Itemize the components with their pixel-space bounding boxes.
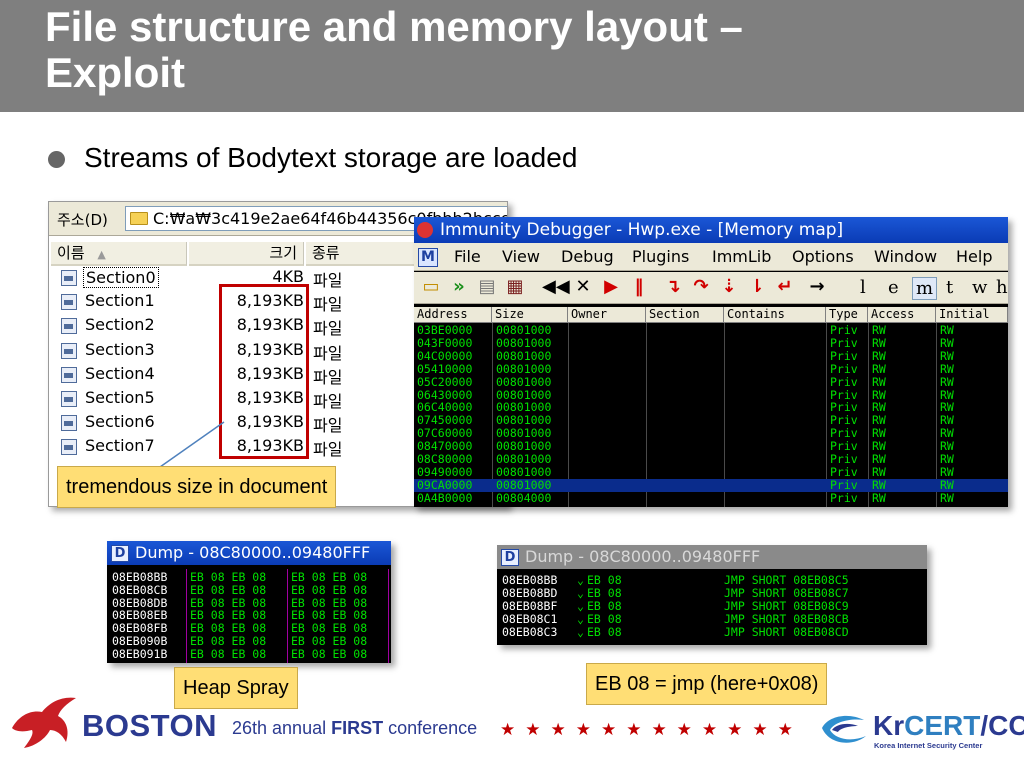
dump-left-title: Dump - 08C80000..09480FFF bbox=[135, 543, 371, 562]
jump-arrow-icon: ⌄ bbox=[577, 625, 584, 639]
dump-address: 08EB08CB bbox=[112, 582, 168, 597]
callout-tremendous-size: tremendous size in document bbox=[57, 466, 337, 508]
dump-right-title: Dump - 08C80000..09480FFF bbox=[525, 547, 761, 566]
dump-row[interactable]: 08EB091B EB 08 EB 08 EB 08 EB 08 bbox=[107, 646, 391, 661]
dump-right-titlebar: D Dump - 08C80000..09480FFF bbox=[497, 545, 927, 569]
krcert-logo-text: KrCERT/CC bbox=[873, 710, 1024, 742]
disasm-instruction: JMP SHORT 08EB08CD bbox=[724, 625, 849, 639]
dump-hex: EB 08 EB 08 bbox=[291, 646, 368, 661]
dump-window-left: D Dump - 08C80000..09480FFF 08EB08BB EB 0… bbox=[107, 541, 391, 663]
dump-hex: EB 08 EB 08 bbox=[291, 582, 368, 597]
boston-runner-logo bbox=[12, 697, 76, 748]
dump-window-right: D Dump - 08C80000..09480FFF 08EB08BB ⌄ EB … bbox=[497, 545, 927, 645]
disasm-row[interactable]: 08EB08BB ⌄ EB 08 JMP SHORT 08EB08C5 bbox=[497, 574, 927, 587]
disasm-row[interactable]: 08EB08C1 ⌄ EB 08 JMP SHORT 08EB08CB bbox=[497, 613, 927, 626]
dump-icon: D bbox=[501, 549, 519, 566]
conference-first: FIRST bbox=[331, 718, 384, 738]
krcert-cert: CERT bbox=[904, 710, 981, 741]
dump-hex: EB 08 EB 08 bbox=[190, 646, 267, 661]
krcert-cc: /CC bbox=[980, 710, 1024, 741]
callout-eb08-jmp: EB 08 = jmp (here+0x08) bbox=[586, 663, 828, 705]
disasm-bytes: EB 08 bbox=[587, 625, 622, 639]
krcert-subtitle: Korea Internet Security Center bbox=[874, 741, 983, 750]
dump-hex: EB 08 EB 08 bbox=[190, 582, 267, 597]
conference-suffix: conference bbox=[383, 718, 478, 738]
krcert-swoosh-logo bbox=[822, 715, 866, 743]
disasm-row[interactable]: 08EB08BF ⌄ EB 08 JMP SHORT 08EB08C9 bbox=[497, 600, 927, 613]
dump-address: 08EB091B bbox=[112, 646, 168, 661]
star-divider: ★★★★★★★★★★★★ bbox=[500, 720, 803, 739]
conference-text: 26th annual FIRST conference bbox=[232, 718, 477, 739]
boston-logo-text: BOSTON bbox=[82, 708, 218, 743]
dump-icon: D bbox=[111, 545, 129, 562]
callout-heap-spray: Heap Spray bbox=[174, 667, 298, 709]
krcert-kr: Kr bbox=[873, 710, 905, 741]
disasm-address: 08EB08C3 bbox=[502, 625, 558, 639]
dump-left-titlebar: D Dump - 08C80000..09480FFF bbox=[107, 541, 391, 565]
conference-prefix: 26th annual bbox=[232, 718, 332, 738]
disasm-row[interactable]: 08EB08C3 ⌄ EB 08 JMP SHORT 08EB08CD bbox=[497, 626, 927, 639]
disasm-row[interactable]: 08EB08BD ⌄ EB 08 JMP SHORT 08EB08C7 bbox=[497, 587, 927, 600]
dump-row[interactable]: 08EB08CB EB 08 EB 08 EB 08 EB 08 bbox=[107, 582, 391, 597]
